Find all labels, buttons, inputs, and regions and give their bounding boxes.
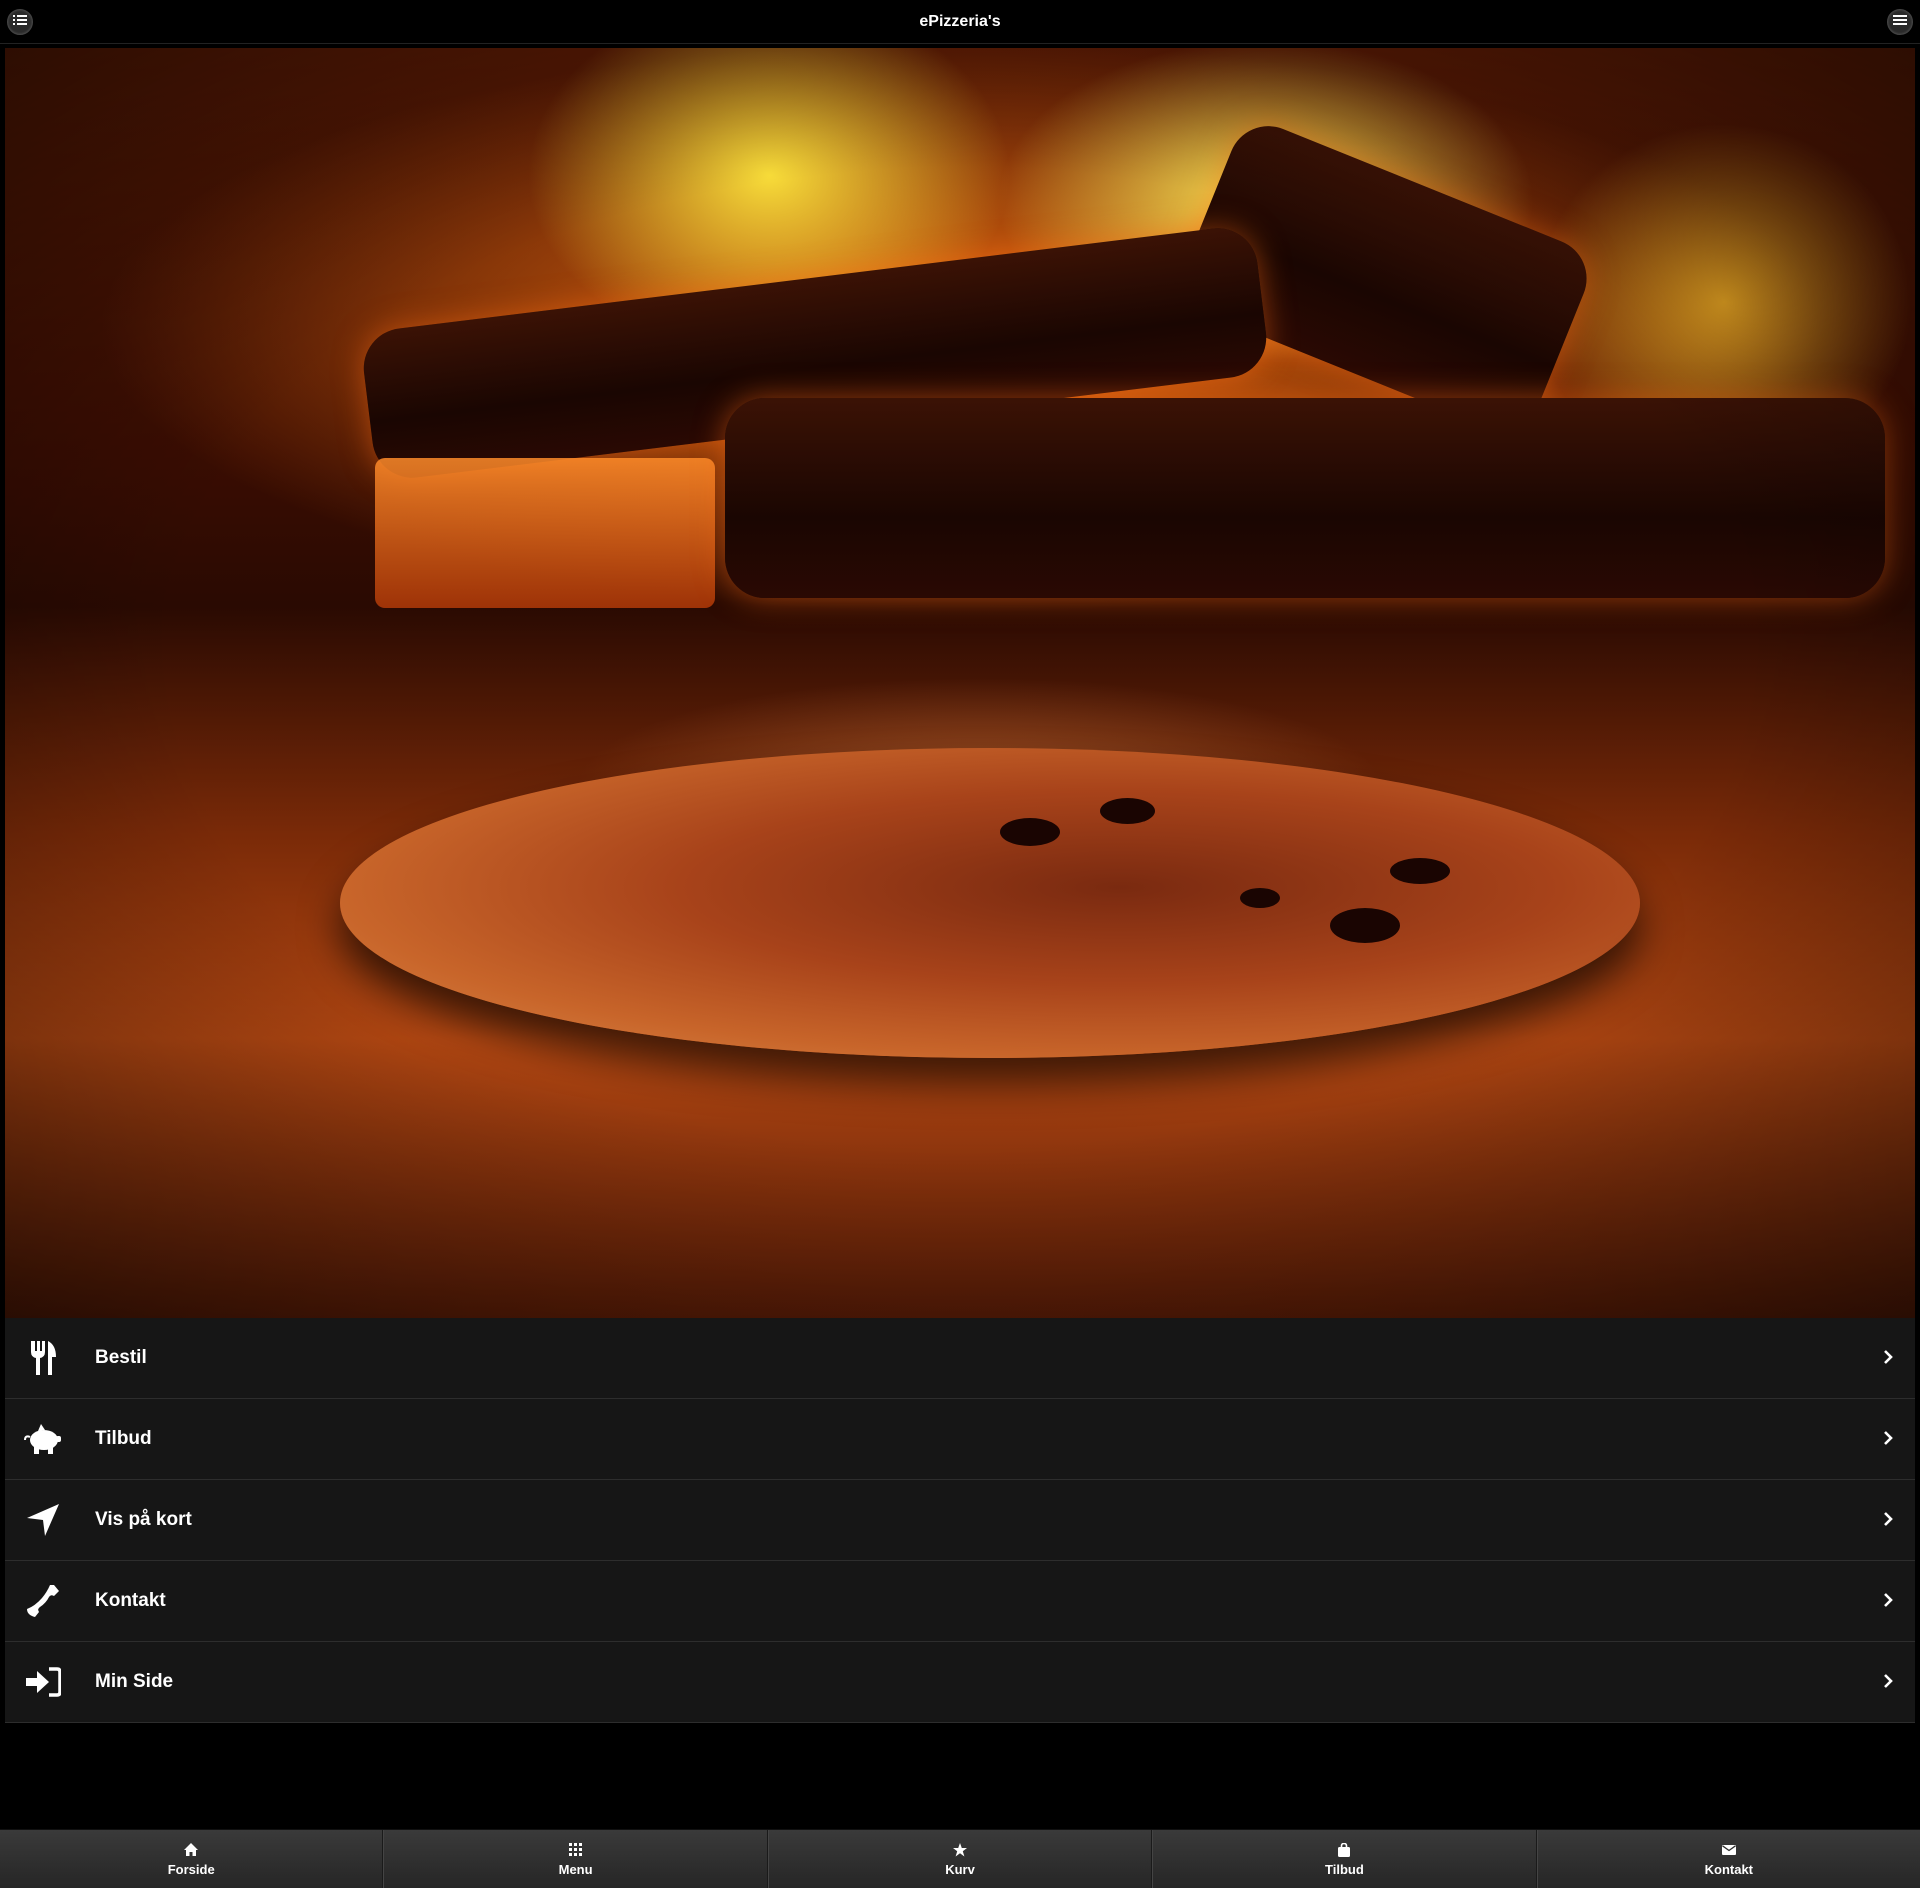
list-item-bestil[interactable]: Bestil <box>5 1318 1915 1399</box>
list-icon <box>13 13 27 31</box>
fork-knife-icon <box>23 1338 63 1378</box>
grid-icon <box>568 1842 584 1858</box>
list-item-label: Kontakt <box>95 1590 166 1611</box>
main-menu-list: Bestil Tilbud Vis på kort Kontakt Min Si… <box>5 1318 1915 1723</box>
nav-label: Menu <box>558 1861 593 1877</box>
list-item-tilbud[interactable]: Tilbud <box>5 1399 1915 1480</box>
phone-icon <box>23 1581 63 1621</box>
nav-label: Tilbud <box>1325 1861 1364 1877</box>
chevron-right-icon <box>1883 1593 1897 1609</box>
nav-tilbud[interactable]: Tilbud <box>1152 1830 1537 1888</box>
list-item-label: Tilbud <box>95 1428 152 1449</box>
list-button[interactable] <box>7 9 33 35</box>
envelope-icon <box>1721 1842 1737 1858</box>
hamburger-menu-icon <box>1893 13 1907 31</box>
nav-forside[interactable]: Forside <box>0 1830 384 1888</box>
hero-image <box>5 48 1915 1318</box>
sign-in-icon <box>23 1662 63 1702</box>
nav-label: Kontakt <box>1704 1861 1754 1877</box>
chevron-right-icon <box>1883 1431 1897 1447</box>
list-item-min-side[interactable]: Min Side <box>5 1642 1915 1723</box>
header-bar: ePizzeria's <box>0 0 1920 44</box>
list-item-label: Vis på kort <box>95 1509 192 1530</box>
piggy-bank-icon <box>23 1419 63 1459</box>
list-item-kontakt[interactable]: Kontakt <box>5 1561 1915 1642</box>
nav-label: Kurv <box>945 1861 975 1877</box>
shopping-bag-icon <box>1336 1842 1352 1858</box>
star-icon <box>952 1842 968 1858</box>
page-title: ePizzeria's <box>919 12 1001 30</box>
list-item-label: Min Side <box>95 1671 174 1692</box>
location-arrow-icon <box>23 1500 63 1540</box>
menu-button[interactable] <box>1887 9 1913 35</box>
home-icon <box>183 1842 199 1858</box>
nav-kontakt[interactable]: Kontakt <box>1536 1830 1920 1888</box>
list-item-label: Bestil <box>95 1347 147 1368</box>
nav-label: Forside <box>167 1861 215 1877</box>
app: ePizzeria's Bestil Tilbud Vis på kort Ko… <box>0 0 1920 1888</box>
chevron-right-icon <box>1883 1512 1897 1528</box>
list-item-vis-paa-kort[interactable]: Vis på kort <box>5 1480 1915 1561</box>
nav-kurv[interactable]: Kurv <box>767 1830 1153 1888</box>
chevron-right-icon <box>1883 1674 1897 1690</box>
footer-nav: Forside Menu Kurv Tilbud Kontakt <box>0 1829 1920 1888</box>
nav-menu[interactable]: Menu <box>383 1830 768 1888</box>
chevron-right-icon <box>1883 1350 1897 1366</box>
